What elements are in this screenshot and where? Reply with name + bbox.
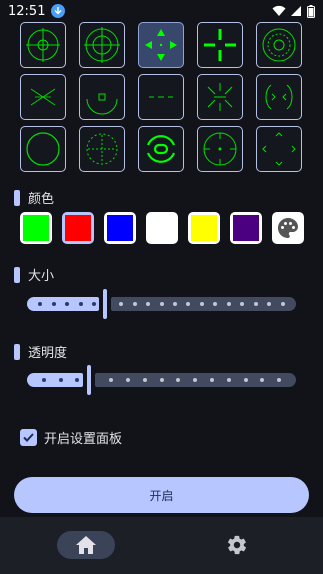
crosshair-tile[interactable] xyxy=(138,74,184,120)
home-icon xyxy=(76,536,96,554)
slider-tick xyxy=(226,302,231,306)
download-icon xyxy=(51,4,66,18)
settings-panel-checkbox[interactable] xyxy=(20,429,37,446)
size-section-title: 大小 xyxy=(28,269,55,284)
wifi-icon xyxy=(272,5,286,16)
check-icon xyxy=(23,433,34,442)
color-section-title: 颜色 xyxy=(28,192,55,207)
slider-tick xyxy=(51,302,56,306)
battery-icon xyxy=(307,4,315,18)
crosshair-bold-cross-icon xyxy=(204,29,236,61)
crosshair-tile[interactable] xyxy=(79,74,125,120)
slider-tick xyxy=(226,378,231,382)
crosshair-tile[interactable] xyxy=(197,22,243,68)
crosshair-arc-circle-icon xyxy=(146,135,176,163)
slider-tick xyxy=(253,302,258,306)
size-section-header: 大小 xyxy=(14,265,54,284)
bottom-nav xyxy=(0,517,323,574)
crosshair-tick-circle-icon xyxy=(203,132,237,166)
crosshair-tile[interactable] xyxy=(20,74,66,120)
slider-tick xyxy=(132,302,137,306)
crosshair-chevron-corners-icon xyxy=(207,83,233,111)
opacity-section-title: 透明度 xyxy=(28,346,68,361)
crosshair-tile[interactable] xyxy=(138,126,184,172)
start-button[interactable]: 开启 xyxy=(14,477,309,513)
crosshair-tile[interactable] xyxy=(256,22,302,68)
slider-tick xyxy=(142,378,147,382)
slider-tick xyxy=(199,302,204,306)
crosshair-tile[interactable] xyxy=(79,126,125,172)
swatch-red[interactable] xyxy=(62,212,94,244)
crosshair-tile[interactable] xyxy=(197,126,243,172)
status-bar: 12:51 xyxy=(0,0,323,22)
palette-icon xyxy=(278,218,298,238)
slider-tick xyxy=(243,378,248,382)
slider-tick xyxy=(78,302,83,306)
swatch-purple[interactable] xyxy=(230,212,262,244)
crosshair-tile[interactable] xyxy=(79,22,125,68)
slider-tick xyxy=(125,378,130,382)
crosshair-chevrons-inward-icon xyxy=(262,132,296,166)
crosshair-dotted-circle-icon xyxy=(86,133,118,165)
swatch-green[interactable] xyxy=(20,212,52,244)
crosshair-double-circle-icon xyxy=(84,27,120,63)
settings-panel-toggle[interactable]: 开启设置面板 xyxy=(20,428,122,447)
crosshair-x-thin-icon xyxy=(30,88,56,106)
section-marker xyxy=(14,343,20,360)
opacity-section-header: 透明度 xyxy=(14,342,67,361)
size-slider[interactable] xyxy=(27,289,296,319)
nav-settings[interactable] xyxy=(208,531,266,559)
opacity-slider[interactable] xyxy=(27,365,296,395)
crosshair-circle-target-icon xyxy=(26,28,60,62)
nav-home[interactable] xyxy=(57,531,115,559)
slider-tick xyxy=(280,302,285,306)
custom-color-button[interactable] xyxy=(272,212,304,244)
color-section-header: 颜色 xyxy=(14,188,54,207)
crosshair-style-grid xyxy=(20,22,306,172)
status-time: 12:51 xyxy=(8,3,46,19)
color-swatches xyxy=(20,212,304,244)
slider-handle[interactable] xyxy=(87,365,91,395)
slider-tick xyxy=(159,378,164,382)
crosshair-tile[interactable] xyxy=(20,126,66,172)
signal-icon xyxy=(291,6,301,16)
swatch-blue[interactable] xyxy=(104,212,136,244)
crosshair-tile[interactable] xyxy=(20,22,66,68)
slider-handle[interactable] xyxy=(103,289,107,319)
slider-tick xyxy=(159,302,164,306)
gear-icon xyxy=(227,535,247,555)
section-marker xyxy=(14,189,20,206)
settings-panel-label: 开启设置面板 xyxy=(44,432,123,447)
crosshair-tile-selected[interactable] xyxy=(138,22,184,68)
crosshair-arrows-icon xyxy=(145,29,177,61)
slider-tick xyxy=(209,378,214,382)
slider-tick xyxy=(41,378,46,382)
crosshair-dash-dot-icon xyxy=(149,96,173,98)
crosshair-tile[interactable] xyxy=(256,74,302,120)
crosshair-bracket-square-icon xyxy=(86,93,118,115)
slider-tick xyxy=(58,378,63,382)
crosshair-curly-brackets-icon xyxy=(265,84,293,110)
crosshair-plain-circle-icon xyxy=(26,132,60,166)
crosshair-tile[interactable] xyxy=(197,74,243,120)
swatch-white[interactable] xyxy=(146,212,178,244)
crosshair-tile[interactable] xyxy=(256,126,302,172)
slider-tick xyxy=(172,302,177,306)
crosshair-ring-dotted-icon xyxy=(262,28,296,62)
section-marker xyxy=(14,266,20,283)
swatch-yellow[interactable] xyxy=(188,212,220,244)
